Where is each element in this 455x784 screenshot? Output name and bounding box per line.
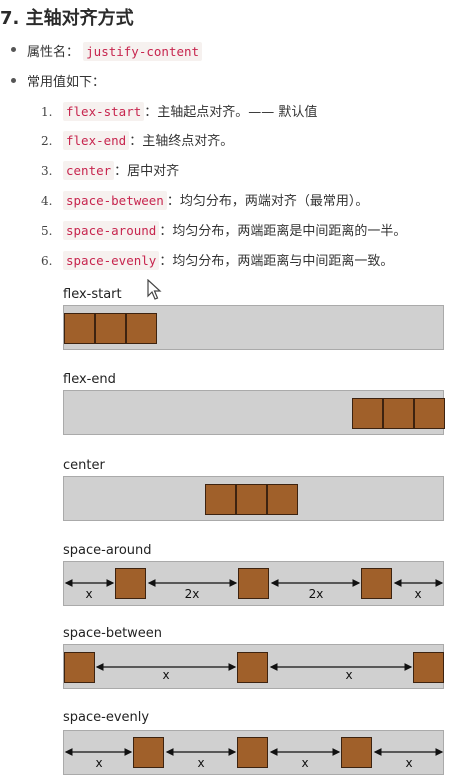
diagram-label-center: center	[63, 458, 105, 473]
diagram-label-space-evenly: space-evenly	[63, 710, 150, 725]
gap-label: x	[197, 756, 205, 770]
value-code: space-around	[63, 221, 160, 240]
diagram-label-flex-end: flex-end	[63, 372, 116, 387]
diagram-flex-end	[63, 390, 445, 435]
values-intro: 常用值如下：	[27, 75, 106, 90]
flex-item	[95, 313, 126, 344]
gap-label: x	[414, 587, 422, 601]
gap-label: 2x	[184, 587, 200, 601]
diagram-flex-start	[63, 305, 444, 350]
list-item: 4. space-between ：均匀分布，两端对齐（最常用）。	[41, 191, 369, 210]
value-code: space-between	[63, 191, 167, 210]
diagram-space-around: x 2x 2x x	[63, 561, 444, 606]
property-label: 属性名：	[27, 45, 80, 60]
property-line: 属性名： justify-content	[27, 41, 203, 61]
flex-item	[352, 398, 383, 429]
gap-label: x	[85, 587, 93, 601]
flex-item	[237, 652, 268, 683]
value-code: flex-start	[63, 102, 145, 121]
flex-item	[237, 737, 268, 768]
flex-item	[238, 568, 269, 599]
flex-item	[267, 484, 298, 515]
flex-item	[414, 398, 445, 429]
gap-label: x	[301, 756, 309, 770]
diagram-label-space-around: space-around	[63, 543, 152, 558]
flex-item	[236, 484, 267, 515]
bullet	[11, 47, 16, 52]
list-item: 5. space-around ：均匀分布，两端距离是中间距离的一半。	[41, 221, 407, 240]
property-code: justify-content	[83, 42, 203, 61]
list-item: 1. flex-start ：主轴起点对齐。—— 默认值	[41, 102, 318, 121]
flex-item	[64, 652, 95, 683]
bullet	[11, 78, 16, 83]
flex-item	[341, 737, 372, 768]
gap-label: x	[405, 756, 413, 770]
flex-item	[64, 313, 95, 344]
section-title: 7. 主轴对齐方式	[0, 8, 134, 29]
value-code: space-evenly	[63, 251, 160, 270]
value-code: flex-end	[63, 131, 130, 150]
flex-item	[205, 484, 236, 515]
list-item: 3. center ：居中对齐	[41, 161, 180, 180]
flex-item	[115, 568, 146, 599]
diagram-center	[63, 476, 444, 521]
list-item: 2. flex-end ：主轴终点对齐。	[41, 131, 234, 150]
gap-label: x	[345, 668, 353, 682]
gap-label: x	[95, 756, 103, 770]
mouse-cursor-icon	[147, 279, 162, 300]
flex-item	[413, 652, 444, 683]
diagram-space-evenly: x x x x	[63, 730, 444, 775]
list-item: 6. space-evenly ：均匀分布，两端距离与中间距离一致。	[41, 251, 394, 270]
flex-item	[133, 737, 164, 768]
diagram-label-flex-start: flex-start	[63, 287, 122, 302]
flex-item	[361, 568, 392, 599]
gap-label: 2x	[308, 587, 324, 601]
gap-label: x	[162, 668, 170, 682]
diagram-label-space-between: space-between	[63, 626, 163, 641]
value-code: center	[63, 161, 115, 180]
flex-item	[126, 313, 157, 344]
flex-item	[383, 398, 414, 429]
diagram-space-between: x x	[63, 644, 444, 689]
